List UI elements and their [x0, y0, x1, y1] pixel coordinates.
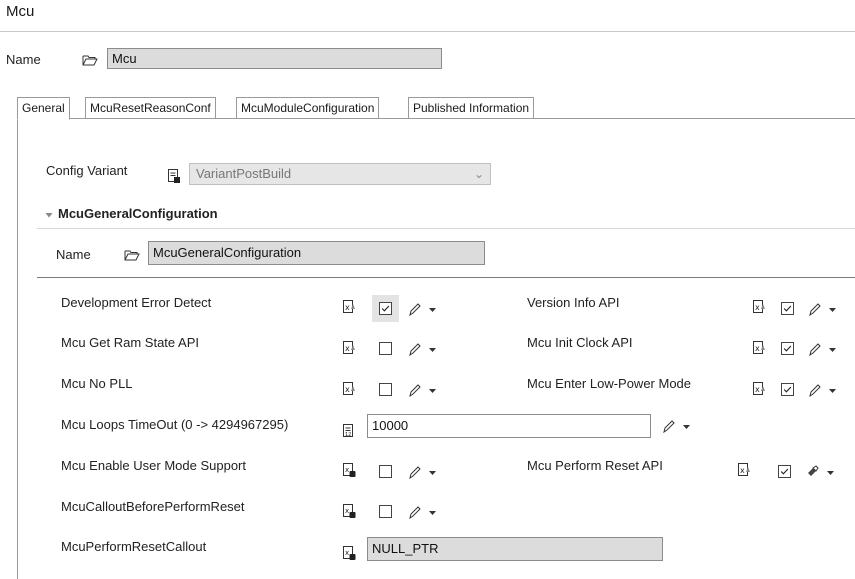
param-label-version-info-api: Version Info API: [527, 295, 620, 310]
param-label-mcu-perform-reset-api: Mcu Perform Reset API: [527, 458, 663, 473]
section-name-field[interactable]: McuGeneralConfiguration: [148, 241, 485, 265]
tab-published-information[interactable]: Published Information: [408, 97, 535, 119]
section-divider: [37, 228, 855, 229]
boolean-param-icon: [752, 340, 766, 356]
boolean-param-icon: [752, 299, 766, 315]
param-label-mcu-enter-low-power-mode: Mcu Enter Low-Power Mode: [527, 376, 692, 391]
mcu-enable-user-mode-support-checkbox[interactable]: [379, 465, 392, 478]
pencil-icon[interactable]: [807, 301, 839, 317]
function-param-icon: [342, 462, 356, 478]
config-variant-value: VariantPostBuild: [196, 166, 292, 181]
mcu-perform-reset-callout-input[interactable]: NULL_PTR: [367, 537, 663, 561]
mcu-no-pll-checkbox[interactable]: [379, 383, 392, 396]
mcu-get-ram-state-api-checkbox[interactable]: [379, 342, 392, 355]
tab-strip-border: [17, 118, 855, 119]
pencil-icon[interactable]: [407, 504, 439, 520]
param-label-mcu-init-clock-api: Mcu Init Clock API: [527, 335, 633, 350]
tab-general[interactable]: General: [17, 97, 70, 120]
name-field[interactable]: Mcu: [107, 48, 442, 69]
tab-mcu-module-configuration[interactable]: McuModuleConfiguration: [236, 97, 380, 119]
function-param-icon: [342, 545, 356, 561]
section-title: McuGeneralConfiguration: [58, 206, 218, 221]
function-edit-icon[interactable]: [805, 464, 837, 480]
name-divider: [37, 277, 855, 278]
page-title: Mcu: [6, 3, 35, 20]
panel-border: [17, 118, 18, 579]
collapse-triangle-icon[interactable]: [45, 211, 53, 219]
pencil-icon[interactable]: [407, 301, 439, 317]
title-divider: [0, 31, 855, 32]
mcu-enter-low-power-mode-checkbox[interactable]: [781, 383, 794, 396]
development-error-detect-checkbox[interactable]: [379, 302, 392, 315]
variant-doc-icon: [168, 169, 180, 183]
tab-mcu-reset-reason-conf[interactable]: McuResetReasonConf: [85, 97, 216, 119]
config-variant-select[interactable]: VariantPostBuild ⌄: [189, 163, 491, 185]
param-label-development-error-detect: Development Error Detect: [61, 295, 212, 310]
param-label-mcu-callout-before-perform-reset: McuCalloutBeforePerformReset: [61, 499, 245, 514]
text-param-icon: [342, 423, 356, 439]
mcu-loops-timeout-input[interactable]: 10000: [367, 414, 651, 438]
section-name-label: Name: [56, 247, 91, 262]
param-label-mcu-no-pll: Mcu No PLL: [61, 376, 133, 391]
version-info-api-checkbox[interactable]: [781, 302, 794, 315]
boolean-param-icon: [342, 340, 356, 356]
chevron-down-icon: ⌄: [473, 167, 484, 181]
boolean-param-icon: [752, 381, 766, 397]
pencil-icon[interactable]: [407, 464, 439, 480]
config-variant-label: Config Variant: [46, 163, 128, 178]
mcu-init-clock-api-checkbox[interactable]: [781, 342, 794, 355]
param-label-mcu-get-ram-state-api: Mcu Get Ram State API: [61, 335, 199, 350]
pencil-icon[interactable]: [807, 382, 839, 398]
mcu-callout-before-perform-reset-checkbox[interactable]: [379, 505, 392, 518]
param-label-mcu-enable-user-mode-support: Mcu Enable User Mode Support: [61, 458, 246, 473]
folder-open-icon: [124, 250, 140, 261]
mcu-perform-reset-api-checkbox[interactable]: [778, 465, 791, 478]
param-label-mcu-perform-reset-callout: McuPerformResetCallout: [61, 539, 207, 554]
folder-open-icon: [82, 55, 98, 66]
pencil-icon[interactable]: [807, 341, 839, 357]
boolean-param-icon: [342, 381, 356, 397]
pencil-icon[interactable]: [407, 382, 439, 398]
pencil-icon[interactable]: [407, 341, 439, 357]
boolean-param-icon: [737, 462, 751, 478]
param-label-mcu-loops-timeout: Mcu Loops TimeOut (0 -> 4294967295): [61, 417, 289, 432]
name-label: Name: [6, 52, 41, 67]
boolean-param-icon: [342, 299, 356, 315]
pencil-icon[interactable]: [661, 418, 693, 434]
function-param-icon: [342, 503, 356, 519]
